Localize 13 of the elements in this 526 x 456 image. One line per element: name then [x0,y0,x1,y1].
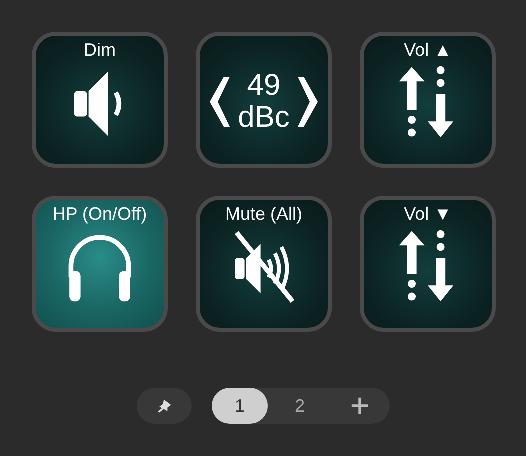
tile-button[interactable]: Dim [32,32,168,168]
page-tab[interactable]: 1 [212,388,268,424]
pin-button[interactable] [137,388,192,424]
chevron-left-icon [210,77,230,127]
add-icon [351,397,369,415]
tile-button[interactable]: HP (On/Off) [32,196,168,332]
tile-button[interactable]: Vol ▼ [360,196,496,332]
tile-button[interactable]: Mute (All) [196,196,332,332]
tile-button[interactable]: Vol ▲ [360,32,496,168]
chevron-right-icon [298,77,318,127]
level-display-button[interactable]: 49 dBc [196,32,332,168]
page-tab[interactable]: 2 [272,388,328,424]
pin-icon [156,397,174,415]
